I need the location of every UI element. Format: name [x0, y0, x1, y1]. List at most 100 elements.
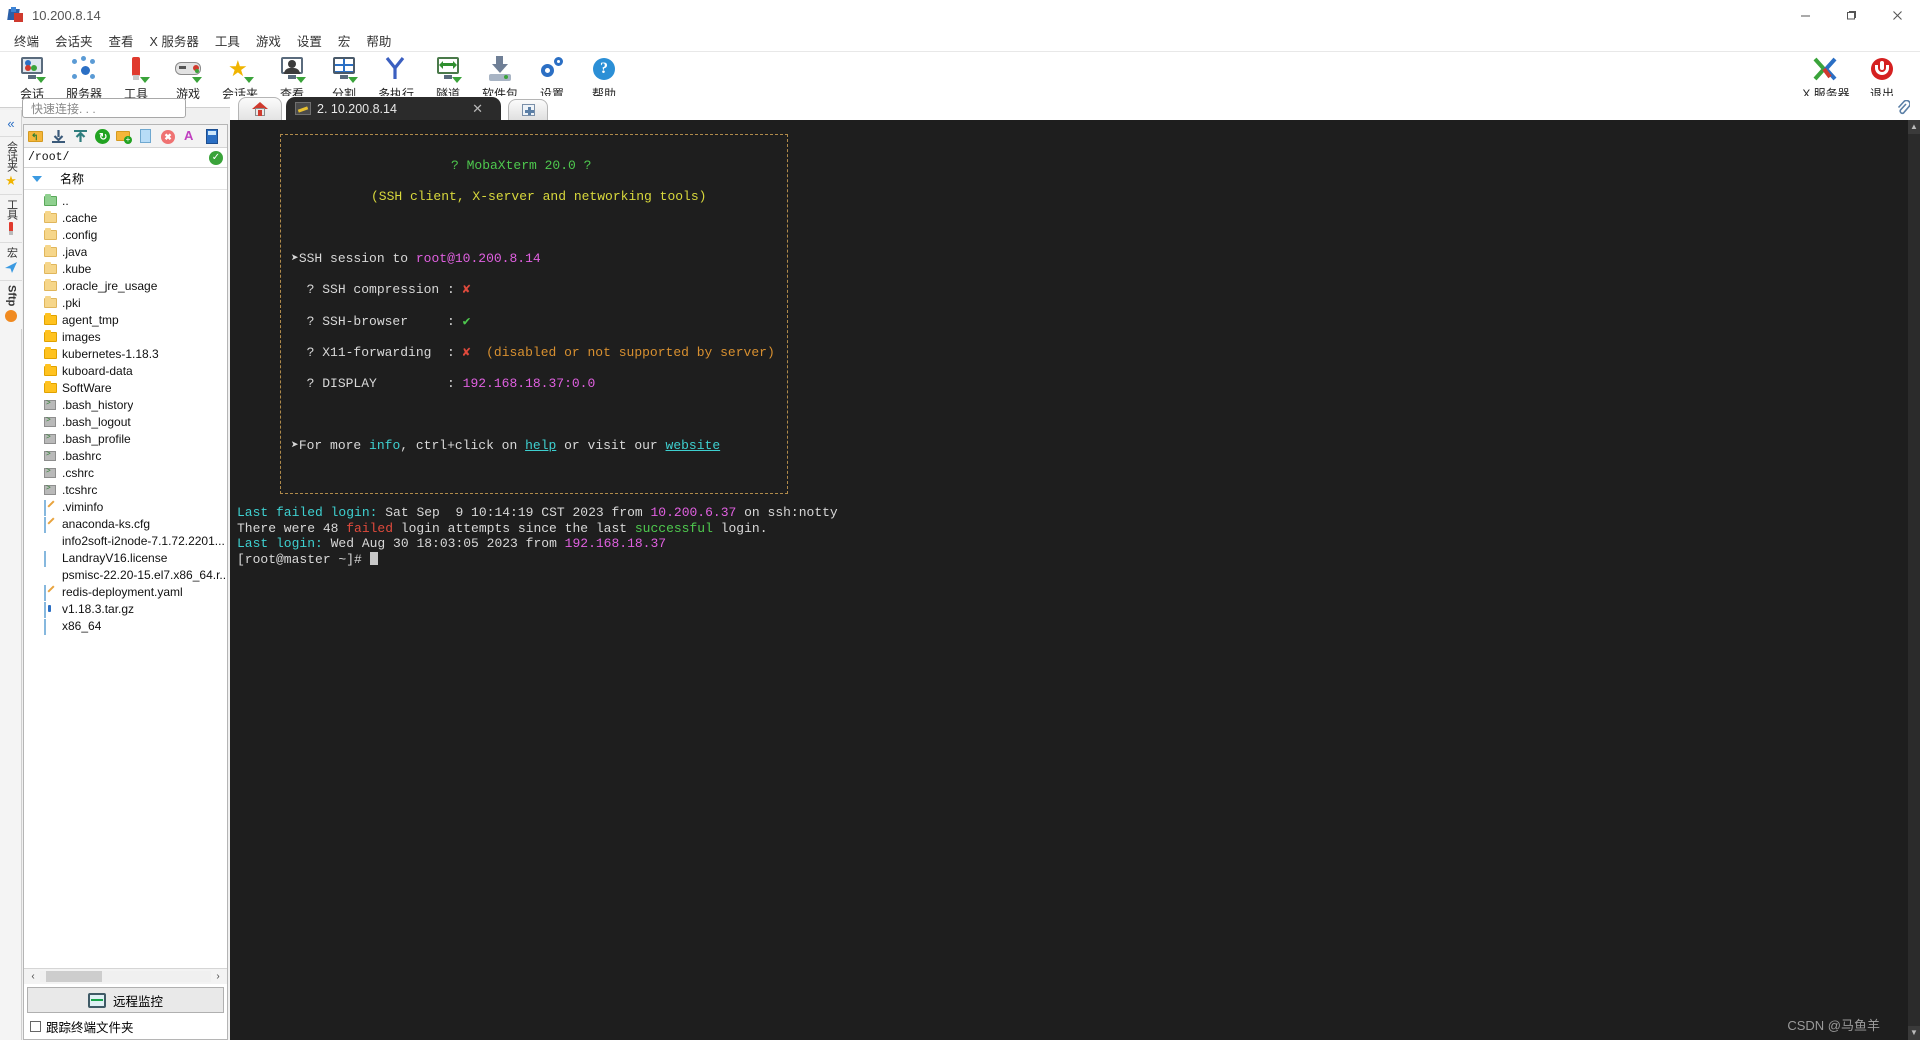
list-item[interactable]: agent_tmp — [24, 311, 227, 328]
list-item[interactable]: .. — [24, 192, 227, 209]
menu-sessions-folder[interactable]: 会话夹 — [47, 29, 101, 52]
macro-icon — [4, 260, 18, 274]
list-item[interactable]: .pki — [24, 294, 227, 311]
menu-xserver[interactable]: X 服务器 — [142, 29, 207, 52]
file-name: .bash_logout — [62, 414, 131, 429]
scroll-thumb[interactable] — [46, 971, 102, 982]
list-item[interactable]: .viminfo — [24, 498, 227, 516]
file-name: SoftWare — [62, 380, 112, 395]
list-item[interactable]: .bash_profile — [24, 430, 227, 447]
scroll-track[interactable] — [40, 971, 211, 982]
menu-macros[interactable]: 宏 — [330, 29, 359, 52]
toolbar-sessions-folder[interactable]: ★ 会话夹 — [214, 54, 266, 102]
new-tab-button[interactable] — [508, 99, 548, 120]
tab-home[interactable] — [238, 97, 282, 120]
browser-horizontal-scrollbar[interactable]: ‹ › — [24, 968, 227, 984]
tab-close-button[interactable]: ✕ — [472, 101, 483, 117]
text-mode-icon[interactable]: A — [182, 128, 199, 145]
toolbar-servers[interactable]: 服务器 — [58, 54, 110, 102]
quick-connect-field[interactable]: 快速连接. . . — [22, 98, 186, 118]
banner-website-link[interactable]: website — [666, 438, 721, 453]
vtab-macros[interactable]: 宏 — [0, 242, 22, 280]
list-item[interactable]: v1.18.3.tar.gz — [24, 600, 227, 618]
minimize-button[interactable] — [1782, 0, 1828, 30]
toolbar-multiexec[interactable]: 多执行 — [370, 54, 422, 102]
list-item[interactable]: .oracle_jre_usage — [24, 277, 227, 294]
list-item[interactable]: .bashrc — [24, 447, 227, 464]
remote-monitoring-label: 远程监控 — [112, 994, 163, 1009]
path-input[interactable] — [24, 151, 209, 164]
toolbar-session[interactable]: 会话 — [6, 54, 58, 102]
follow-terminal-checkbox[interactable] — [30, 1020, 41, 1032]
vtab-sessions-folder[interactable]: 会话夹 ★ — [0, 136, 22, 194]
scroll-right-button[interactable]: › — [211, 971, 225, 982]
vtab-tools[interactable]: 工具 — [0, 194, 22, 242]
file-name: anaconda-ks.cfg — [62, 516, 151, 531]
toolbar-games[interactable]: 游戏 — [162, 54, 214, 102]
list-item[interactable]: psmisc-22.20-15.el7.x86_64.r... — [24, 566, 227, 583]
remote-monitoring-button[interactable]: 远程监控 — [27, 987, 224, 1013]
list-item[interactable]: kuboard-data — [24, 362, 227, 379]
list-item[interactable]: .config — [24, 226, 227, 243]
toolbar-split[interactable]: 分割 — [318, 54, 370, 102]
new-folder-icon[interactable]: + — [116, 128, 133, 145]
toolbar-tools[interactable]: 工具 — [110, 54, 162, 102]
toolbar-xserver[interactable]: X 服务器 — [1798, 54, 1854, 102]
toolbar-packages[interactable]: 软件包 — [474, 54, 526, 102]
toolbar-settings[interactable]: 设置 — [526, 54, 578, 102]
toolbar-tunneling[interactable]: 隧道 — [422, 54, 474, 102]
toolbar-exit[interactable]: 退出 — [1854, 54, 1910, 102]
menu-settings[interactable]: 设置 — [289, 29, 330, 52]
collapse-sidebar-button[interactable]: « — [0, 110, 22, 136]
up-folder-icon[interactable]: ↰ — [28, 128, 45, 145]
toolbar-help[interactable]: ? 帮助 — [578, 54, 630, 102]
list-item[interactable]: .cshrc — [24, 464, 227, 481]
follow-terminal-folder-row[interactable]: 跟踪终端文件夹 — [24, 1013, 227, 1039]
menu-games[interactable]: 游戏 — [248, 29, 289, 52]
refresh-icon[interactable]: ↻ — [94, 128, 111, 145]
list-item[interactable]: LandrayV16.license — [24, 549, 227, 567]
menu-help[interactable]: 帮助 — [358, 29, 399, 52]
banner-row-extra-2: (disabled or not supported by server) — [486, 344, 775, 360]
list-item[interactable]: info2soft-i2node-7.1.72.2201... — [24, 532, 227, 549]
list-item[interactable]: .cache — [24, 209, 227, 226]
path-ok-icon[interactable]: ✓ — [209, 150, 223, 165]
scroll-up-button[interactable]: ▲ — [1908, 120, 1920, 134]
menu-terminal[interactable]: 终端 — [6, 29, 47, 52]
browser-column-header[interactable]: 名称 — [24, 168, 227, 190]
vtab-sftp[interactable]: Sftp — [0, 280, 22, 330]
menu-view[interactable]: 查看 — [101, 29, 142, 52]
list-item[interactable]: kubernetes-1.18.3 — [24, 345, 227, 362]
paperclip-icon[interactable] — [1896, 99, 1911, 116]
list-item[interactable]: .tcshrc — [24, 481, 227, 498]
list-item[interactable]: images — [24, 328, 227, 345]
new-file-icon[interactable] — [138, 128, 155, 145]
close-button[interactable] — [1874, 0, 1920, 30]
last-failed-login-rest: Sat Sep 9 10:14:19 CST 2023 from — [377, 505, 651, 521]
banner-help-link[interactable]: help — [525, 438, 556, 453]
list-item[interactable]: .bash_history — [24, 396, 227, 413]
upload-icon[interactable] — [72, 128, 89, 145]
file-name: .bash_history — [62, 397, 134, 412]
script-file-icon — [44, 433, 57, 445]
banner-row-key-2: ? X11-forwarding : — [306, 344, 455, 360]
list-item[interactable]: .kube — [24, 260, 227, 277]
download-icon[interactable] — [50, 128, 67, 145]
list-item[interactable]: .bash_logout — [24, 413, 227, 430]
list-item[interactable]: redis-deployment.yaml — [24, 583, 227, 601]
scroll-left-button[interactable]: ‹ — [26, 971, 40, 982]
scroll-down-button[interactable]: ▼ — [1908, 1026, 1920, 1040]
menu-tools[interactable]: 工具 — [207, 29, 248, 52]
delete-icon[interactable]: ✖ — [160, 128, 177, 145]
toolbar-view[interactable]: 查看 — [266, 54, 318, 102]
terminal-output[interactable]: ? MobaXterm 20.0 ? (SSH client, X-server… — [230, 120, 1908, 1040]
maximize-button[interactable] — [1828, 0, 1874, 30]
list-item[interactable]: SoftWare — [24, 379, 227, 396]
list-item[interactable]: x86_64 — [24, 617, 227, 635]
tab-session-10-200-8-14[interactable]: 2. 10.200.8.14 ✕ — [286, 97, 501, 120]
list-item[interactable]: .java — [24, 243, 227, 260]
binary-mode-icon[interactable] — [204, 128, 221, 145]
terminal-scrollbar[interactable]: ▲ ▼ — [1908, 120, 1920, 1040]
file-list[interactable]: .. .cache .config .java .kube .oracle_jr… — [24, 190, 227, 968]
list-item[interactable]: anaconda-ks.cfg — [24, 515, 227, 533]
